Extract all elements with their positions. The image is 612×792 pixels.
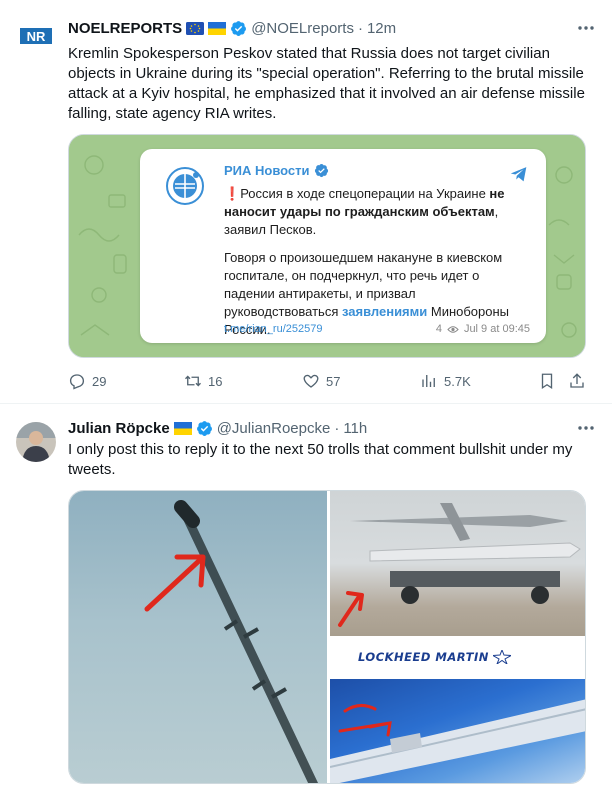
- ria-logo-icon: [166, 167, 204, 205]
- post-date: Jul 9 at 09:45: [463, 323, 530, 335]
- like-icon: [303, 374, 319, 388]
- handle[interactable]: @NOELreports: [251, 20, 354, 37]
- verified-badge-icon: [314, 163, 328, 178]
- timestamp[interactable]: 12m: [367, 20, 396, 37]
- missile-render-drawing: [329, 699, 585, 783]
- eu-flag-icon: [186, 21, 205, 35]
- separator-dot: ·: [334, 419, 340, 437]
- timestamp[interactable]: 11h: [343, 420, 367, 437]
- tweet-header: NOELREPORTS @NOELreports · 12m: [68, 18, 396, 38]
- post-headline: ❗Россия в ходе спецоперации на Украине н…: [224, 185, 530, 239]
- headline-pre: Россия в ходе спецоперации на Украине: [240, 186, 490, 201]
- media-lockheed-martin-image[interactable]: LOCKHEED MARTIN: [329, 639, 585, 783]
- exclamation-icon: ❗: [224, 186, 241, 201]
- post-meta: 4 Jul 9 at 09:45: [436, 323, 530, 335]
- post-link: t.me/rian_ru/252579: [224, 323, 323, 335]
- telegram-post-card: РИА Новости ❗Россия в ходе спецоперации …: [140, 149, 546, 343]
- ukraine-flag-icon: [208, 21, 227, 35]
- red-arrow: [338, 591, 364, 627]
- verified-badge-icon: [196, 420, 212, 436]
- retweet-icon: [185, 375, 201, 387]
- verified-badge-icon: [231, 20, 247, 36]
- bookmark-icon: [541, 373, 553, 390]
- like-count: 57: [326, 373, 341, 389]
- views-button[interactable]: 5.7K: [420, 372, 471, 390]
- body-link: заявлениями: [341, 304, 428, 319]
- media-missile-cart-photo[interactable]: [330, 491, 585, 636]
- views-icon: [422, 375, 435, 387]
- handle[interactable]: @JulianRoepcke: [217, 420, 331, 437]
- telegram-icon: [510, 167, 527, 182]
- reply-icon: [69, 374, 85, 390]
- missile-render-image: [329, 679, 585, 783]
- tweet-text: I only post this to reply it to the next…: [68, 441, 573, 478]
- post-view-count: 4: [435, 323, 442, 335]
- missile-cart-drawing: [338, 503, 581, 627]
- separator-dot: ·: [357, 19, 363, 37]
- lockheed-martin-wordmark: LOCKHEED MARTIN: [358, 650, 489, 664]
- display-name[interactable]: NOELREPORTS: [68, 20, 182, 37]
- share-button[interactable]: [568, 372, 586, 390]
- bookmark-button[interactable]: [538, 372, 556, 390]
- avatar-initials: NR: [27, 29, 46, 44]
- avatar[interactable]: NR: [16, 16, 56, 56]
- view-count: 5.7K: [444, 373, 471, 389]
- more-icon[interactable]: [576, 18, 596, 38]
- missile-photo-drawing: [144, 500, 319, 783]
- channel-name-label: РИА Новости: [224, 163, 310, 178]
- ukraine-flag-icon: [173, 421, 192, 435]
- avatar[interactable]: [16, 422, 56, 462]
- retweet-count: 16: [208, 373, 223, 389]
- tweet-actions: 29 16 57 5.7K: [68, 371, 596, 391]
- display-name[interactable]: Julian Röpcke: [68, 420, 170, 437]
- eye-icon: [447, 325, 459, 333]
- star-icon: [492, 650, 511, 664]
- reply-count: 29: [92, 373, 107, 389]
- share-icon: [570, 373, 584, 388]
- more-icon[interactable]: [576, 418, 596, 438]
- embedded-telegram-screenshot[interactable]: РИА Новости ❗Россия в ходе спецоперации …: [68, 134, 586, 358]
- like-button[interactable]: 57: [302, 372, 340, 390]
- tweet-text: Kremlin Spokesperson Peskov stated that …: [68, 45, 585, 122]
- retweet-button[interactable]: 16: [184, 372, 222, 390]
- telegram-post-footer: t.me/rian_ru/252579 4 Jul 9 at 09:45: [224, 323, 530, 335]
- telegram-post-text: ❗Россия в ходе спецоперации на Украине н…: [224, 185, 530, 339]
- tweet-header: Julian Röpcke @JulianRoepcke · 11h: [68, 418, 367, 438]
- media-missile-photo[interactable]: [69, 491, 327, 783]
- tweet-media-grid[interactable]: LOCKHEED MARTIN: [68, 490, 586, 784]
- tweet-noelreports[interactable]: NR NOELREPORTS @NOELreports · 12m Kremli…: [0, 0, 612, 404]
- reply-button[interactable]: 29: [68, 372, 106, 390]
- channel-name[interactable]: РИА Новости: [224, 163, 329, 178]
- red-arrow: [144, 554, 206, 612]
- lockheed-martin-logo: LOCKHEED MARTIN: [330, 639, 585, 675]
